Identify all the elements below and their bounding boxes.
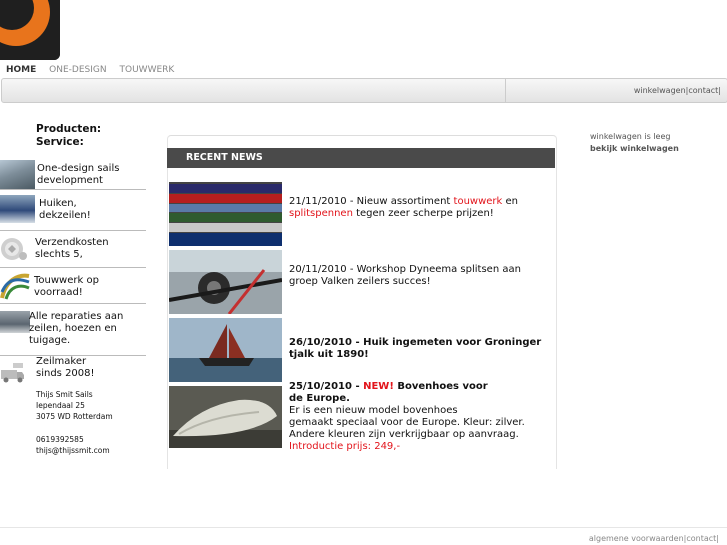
sidebar-item-label: dekzeilen! xyxy=(39,210,91,221)
nav-one-design[interactable]: ONE-DESIGN xyxy=(49,65,106,75)
main-nav: HOME ONE-DESIGN TOUWWERK xyxy=(6,65,184,75)
sidebar-item-label: development xyxy=(37,175,103,186)
sidebar-item-label: zeilen, hoezen en xyxy=(29,323,117,334)
news-text: groep Valken zeilers succes! xyxy=(289,276,431,287)
company-name: Thijs Smit Sails xyxy=(36,390,93,399)
sidebar-item-label: Alle reparaties aan xyxy=(29,311,124,322)
news-image-cover[interactable] xyxy=(169,386,282,448)
sidebar-item-label: sinds 2008! xyxy=(36,368,95,379)
news-text: gemaakt speciaal voor de Europe. Kleur: … xyxy=(289,417,525,428)
top-bar-divider xyxy=(505,79,506,102)
sidebar-item-label: Verzendkosten xyxy=(35,237,109,248)
street-address: Iependaal 25 xyxy=(36,401,85,410)
sidebar-item-label: tuigage. xyxy=(29,335,71,346)
phone-number: 0619392585 xyxy=(36,435,84,444)
news-text: en xyxy=(502,196,519,207)
news-text: tegen zeer scherpe prijzen! xyxy=(352,208,494,219)
rope-icon xyxy=(0,272,30,300)
sidebar-item-label: Touwwerk op xyxy=(34,275,99,286)
sidebar-item-one-design[interactable]: One-design sails development xyxy=(0,160,146,190)
news-date-text: 21/11/2010 - Nieuw assortiment xyxy=(289,196,454,207)
sidebar-item-label: slechts 5, xyxy=(35,249,83,260)
footer-divider xyxy=(0,527,727,528)
touwwerk-link[interactable]: touwwerk xyxy=(454,196,503,207)
view-cart-link[interactable]: bekijk winkelwagen xyxy=(590,143,679,155)
boat-cover-thumbnail xyxy=(0,195,35,223)
service-heading: Service: xyxy=(36,136,84,148)
sidebar-item-zeilmaker[interactable]: Zeilmaker sinds 2008! xyxy=(0,356,148,386)
news-text: 26/10/2010 - Huik ingemeten voor Groning… xyxy=(289,337,542,348)
new-badge: NEW! xyxy=(363,381,394,392)
news-header: RECENT NEWS xyxy=(167,148,555,168)
news-image-tjalk[interactable] xyxy=(169,318,282,382)
cart-info: winkelwagen is leeg bekijk winkelwagen xyxy=(590,131,679,155)
separator: | xyxy=(716,534,719,543)
site-logo[interactable] xyxy=(0,0,60,60)
price-link[interactable]: Introductie prijs: 249,- xyxy=(289,441,551,453)
news-text: tjalk uit 1890! xyxy=(289,349,369,360)
terms-link[interactable]: algemene voorwaarden xyxy=(589,534,684,543)
logo-mark xyxy=(0,0,60,60)
contact-link[interactable]: contact xyxy=(688,86,718,95)
news-text: 20/11/2010 - Workshop Dyneema splitsen a… xyxy=(289,264,521,275)
cart-link[interactable]: winkelwagen xyxy=(634,86,686,95)
repair-thumbnail xyxy=(0,311,30,333)
shipping-icon xyxy=(0,236,28,262)
nav-home[interactable]: HOME xyxy=(6,65,36,75)
sidebar-item-label: Huiken, xyxy=(39,198,77,209)
van-icon xyxy=(0,361,26,383)
products-heading: Producten: xyxy=(36,123,102,135)
sidebar-item-reparaties[interactable]: Alle reparaties aan zeilen, hoezen en tu… xyxy=(0,308,146,356)
email-address[interactable]: thijs@thijssmit.com xyxy=(36,445,113,456)
sidebar-heading: Producten: Service: xyxy=(36,123,101,149)
nav-touwwerk[interactable]: TOUWWERK xyxy=(120,65,175,75)
news-title: RECENT NEWS xyxy=(186,152,263,163)
news-title-text: Bovenhoes voor xyxy=(393,381,488,392)
footer-links: algemene voorwaarden|contact| xyxy=(589,534,719,543)
sidebar-item-touwwerk[interactable]: Touwwerk op voorraad! xyxy=(0,270,146,304)
top-links: winkelwagen|contact| xyxy=(634,86,721,95)
sidebar-item-huiken[interactable]: Huiken, dekzeilen! xyxy=(0,195,146,231)
sidebar-item-label: One-design sails xyxy=(37,163,120,174)
sidebar-item-label: Zeilmaker xyxy=(36,356,87,367)
splitspennen-link[interactable]: splitspennen xyxy=(289,208,353,219)
news-item-3: 26/10/2010 - Huik ingemeten voor Groning… xyxy=(289,337,551,361)
news-text: Er is een nieuw model bovenhoes xyxy=(289,405,458,416)
news-text: Andere kleuren zijn verkrijgbaar op aanv… xyxy=(289,429,519,440)
city-address: 3075 WD Rotterdam xyxy=(36,412,113,421)
top-bar: winkelwagen|contact| xyxy=(1,78,727,103)
news-title-text: de Europe. xyxy=(289,393,350,404)
news-image-workshop[interactable] xyxy=(169,250,282,314)
news-item-1: 21/11/2010 - Nieuw assortiment touwwerk … xyxy=(289,196,551,220)
cart-empty-text: winkelwagen is leeg xyxy=(590,132,671,141)
news-image-ropes[interactable] xyxy=(169,182,282,246)
news-item-4: 25/10/2010 - NEW! Bovenhoes voor de Euro… xyxy=(289,381,551,453)
sails-thumbnail xyxy=(0,160,35,189)
news-date-text: 25/10/2010 - xyxy=(289,381,364,392)
news-item-2: 20/11/2010 - Workshop Dyneema splitsen a… xyxy=(289,264,551,288)
separator: | xyxy=(718,86,721,95)
contact-address: Thijs Smit Sails Iependaal 25 3075 WD Ro… xyxy=(36,389,113,456)
sidebar-item-label: voorraad! xyxy=(34,287,83,298)
footer-contact-link[interactable]: contact xyxy=(686,534,716,543)
sidebar-item-verzendkosten[interactable]: Verzendkosten slechts 5, xyxy=(0,233,146,268)
